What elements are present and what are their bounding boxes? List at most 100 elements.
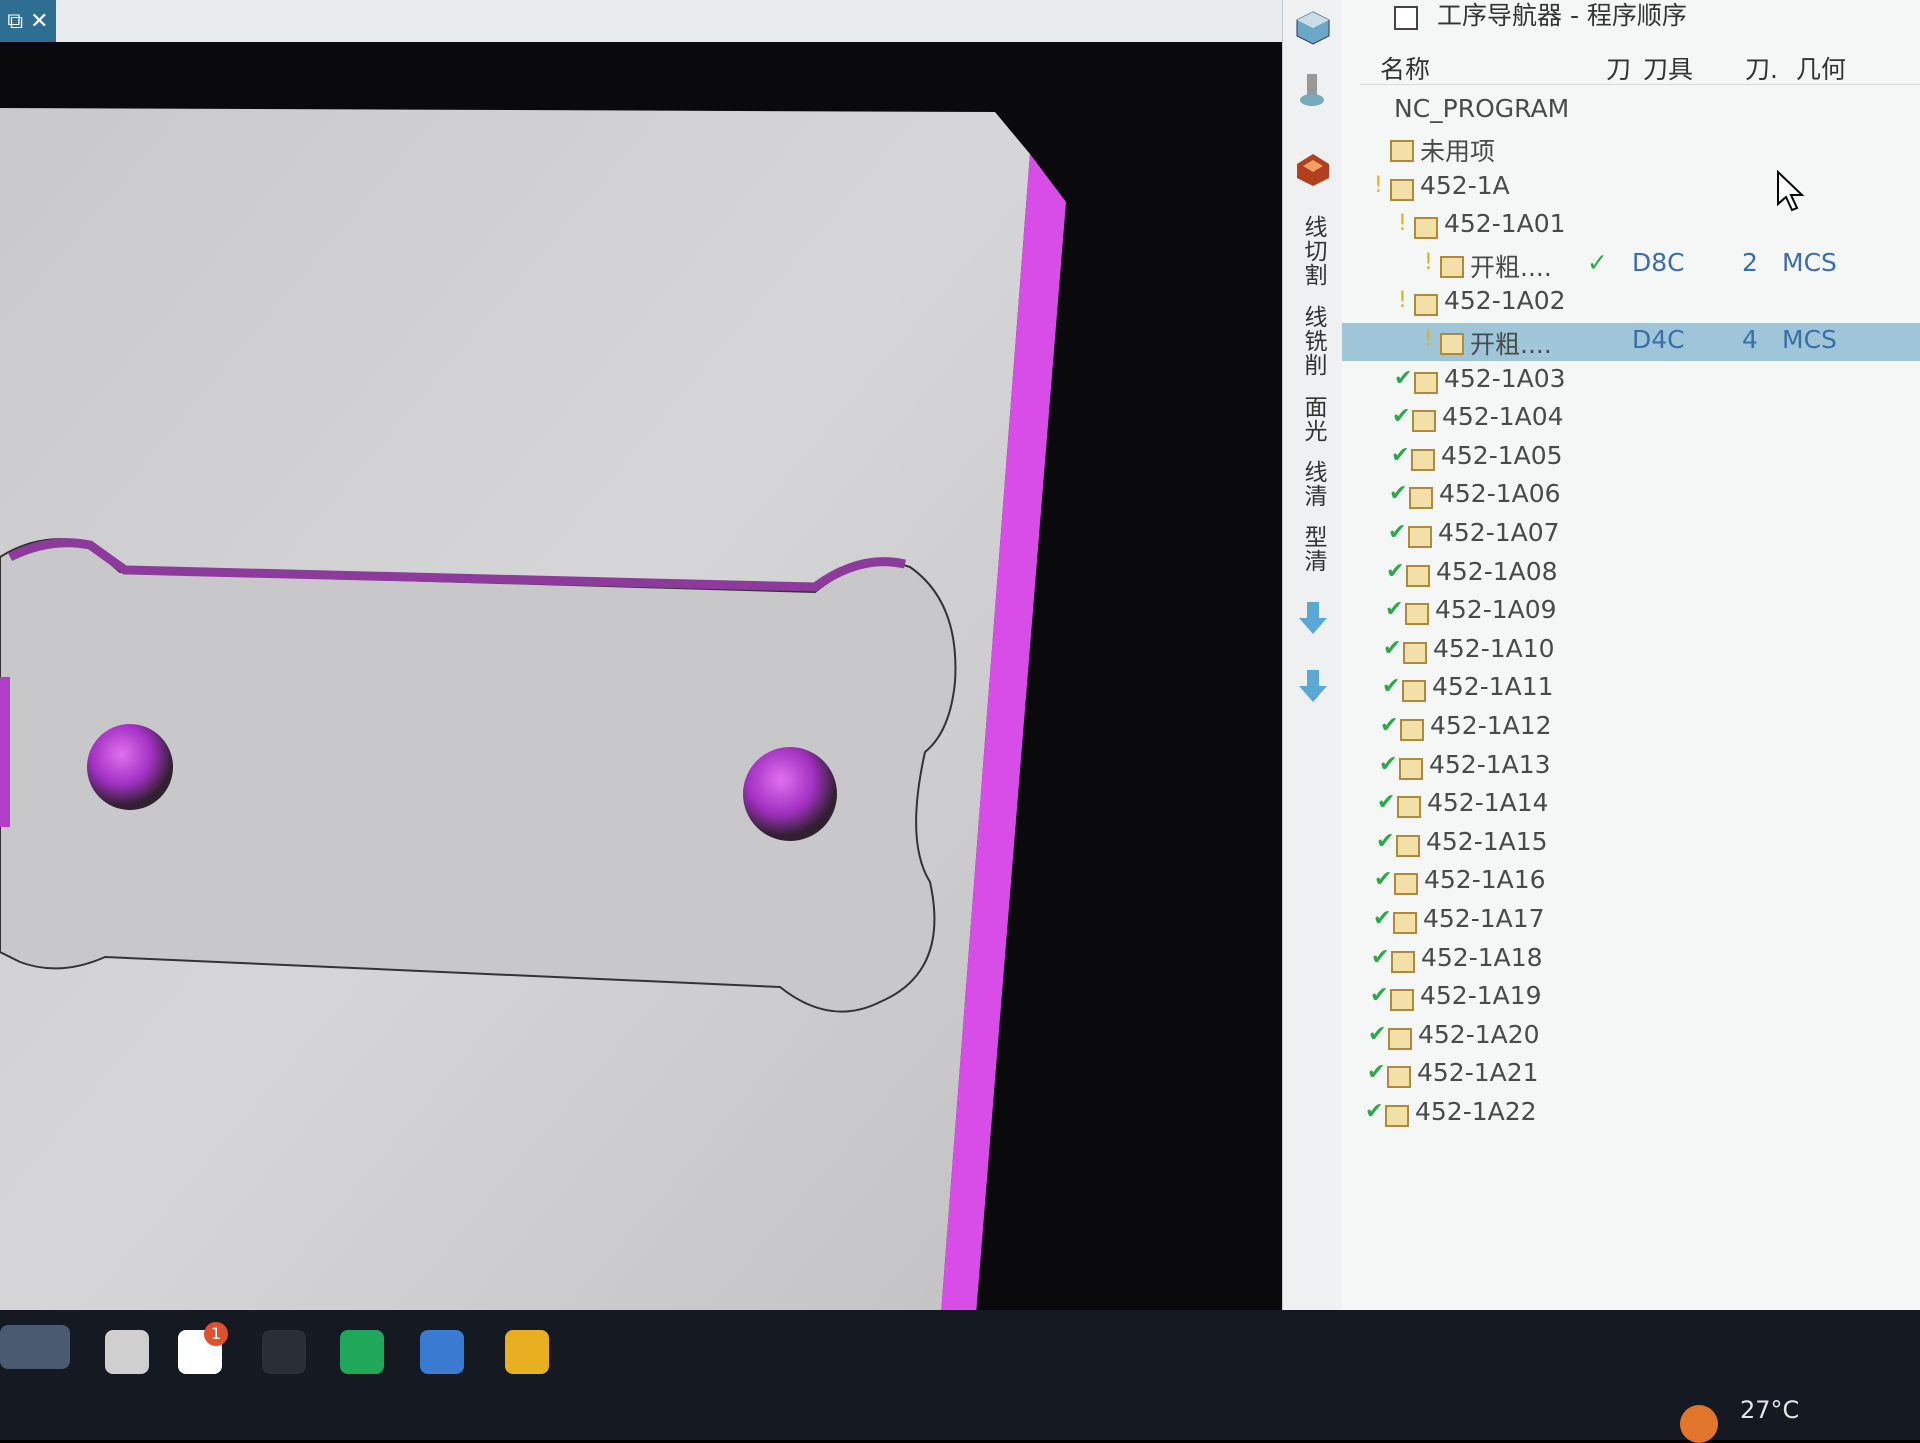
- column-header-tool-number[interactable]: 刀.: [1745, 50, 1778, 86]
- window-control-buttons[interactable]: ⧉ ✕: [0, 0, 56, 42]
- graphics-viewport[interactable]: [0, 42, 1295, 1327]
- row-name: 452-1A01: [1444, 209, 1566, 239]
- row-name: 452-1A08: [1436, 556, 1558, 586]
- tree-row[interactable]: ✔ 452-1A04: [1342, 400, 1920, 438]
- tree-row[interactable]: ✔ 452-1A10: [1342, 632, 1920, 670]
- tree-row[interactable]: ✔ 452-1A12: [1342, 709, 1920, 747]
- chat-icon[interactable]: [340, 1330, 384, 1374]
- tree-row[interactable]: ! 452-1A: [1342, 169, 1920, 207]
- check-icon: ✔: [1388, 520, 1407, 545]
- folder-icon: [1393, 912, 1417, 934]
- folder-icon: [1414, 371, 1438, 394]
- tree-row-selected[interactable]: ! 开粗.... D4C 4 MCS: [1342, 323, 1920, 361]
- column-header-tool[interactable]: 刀具: [1643, 50, 1693, 86]
- tree-row[interactable]: ✔ 452-1A17: [1342, 902, 1920, 940]
- folder-icon[interactable]: [505, 1330, 549, 1374]
- strip-label-4[interactable]: 线清: [1296, 460, 1330, 508]
- folder-icon: [1408, 526, 1432, 548]
- part-navigator-icon[interactable]: [1293, 8, 1333, 48]
- tool-library-icon[interactable]: [1293, 70, 1333, 110]
- window-icon[interactable]: [105, 1330, 149, 1374]
- warning-icon: !: [1424, 327, 1433, 352]
- tree-row[interactable]: ✔ 452-1A20: [1342, 1018, 1920, 1056]
- operation-icon: [1440, 333, 1464, 355]
- tree-row[interactable]: ✔ 452-1A14: [1342, 786, 1920, 824]
- column-header-name[interactable]: 名称: [1380, 50, 1430, 86]
- tree-row[interactable]: ✔ 452-1A05: [1342, 439, 1920, 477]
- weather-sun-icon: [1680, 1405, 1718, 1443]
- check-icon: ✔: [1373, 906, 1392, 931]
- warning-icon: !: [1398, 211, 1407, 237]
- tree-row[interactable]: ✔ 452-1A18: [1342, 941, 1920, 979]
- tree-row[interactable]: ✔ 452-1A13: [1342, 748, 1920, 786]
- tree-row[interactable]: ✔ 452-1A22: [1342, 1095, 1920, 1133]
- column-header-tool-status[interactable]: 刀: [1606, 50, 1631, 86]
- tree-row[interactable]: ! 452-1A02: [1342, 284, 1920, 322]
- column-header: 名称 刀 刀具 刀. 几何: [1360, 48, 1920, 85]
- strip-label-2[interactable]: 线铣削: [1296, 305, 1330, 377]
- tool-ok-mark: ✓: [1587, 247, 1608, 277]
- row-name: 452-1A10: [1433, 633, 1555, 663]
- tree-row[interactable]: ✔ 452-1A21: [1342, 1056, 1920, 1094]
- row-name: 452-1A12: [1430, 711, 1552, 740]
- tree-row[interactable]: ✔ 452-1A07: [1342, 516, 1920, 554]
- check-icon: ✔: [1383, 635, 1402, 661]
- geometry: MCS: [1782, 325, 1837, 354]
- check-icon: ✔: [1392, 404, 1411, 430]
- column-header-geometry[interactable]: 几何: [1796, 50, 1920, 86]
- window-top-bar: ⧉ ✕: [0, 0, 1295, 42]
- strip-label-1[interactable]: 线切割: [1296, 215, 1330, 287]
- row-name: 452-1A16: [1424, 865, 1546, 895]
- tool-number: 4: [1742, 325, 1758, 354]
- tool-name: D4C: [1632, 325, 1685, 354]
- folder-icon: [1405, 603, 1429, 626]
- arrow-down-icon[interactable]: [1295, 668, 1331, 704]
- row-name: 452-1A07: [1438, 518, 1560, 547]
- root-label: NC_PROGRAM: [1394, 94, 1570, 123]
- folder-icon: [1406, 564, 1430, 587]
- tree-row[interactable]: ✔ 452-1A09: [1342, 593, 1920, 631]
- check-icon: ✔: [1379, 751, 1398, 777]
- tree-row[interactable]: ✔ 452-1A06: [1342, 477, 1920, 515]
- warning-icon: !: [1374, 172, 1383, 198]
- folder-icon: [1387, 1066, 1411, 1089]
- row-name: 452-1A19: [1420, 981, 1542, 1011]
- tree-row[interactable]: ✔ 452-1A15: [1342, 825, 1920, 863]
- part-model: [0, 108, 1066, 1327]
- browser-icon[interactable]: [420, 1330, 464, 1374]
- check-icon: ✔: [1377, 790, 1396, 816]
- folder-icon: [1385, 1105, 1409, 1127]
- folder-icon: [1414, 217, 1438, 240]
- arrow-down-icon[interactable]: [1295, 600, 1331, 636]
- strip-label-3[interactable]: 面光: [1296, 395, 1330, 443]
- row-name: 452-1A04: [1442, 402, 1564, 432]
- strip-label-5[interactable]: 型清: [1296, 525, 1330, 573]
- row-name: 452-1A22: [1415, 1097, 1537, 1126]
- row-name: 452-1A02: [1444, 286, 1566, 316]
- panel-checkbox[interactable]: [1394, 6, 1418, 30]
- tree-row[interactable]: ✔ 452-1A08: [1342, 555, 1920, 593]
- row-name: 452-1A: [1420, 170, 1510, 200]
- tool-number: 2: [1742, 247, 1758, 277]
- left-edge-wall: [0, 677, 10, 827]
- tree-row[interactable]: ✔ 452-1A16: [1342, 863, 1920, 901]
- folder-icon: [1396, 834, 1420, 857]
- tree-row[interactable]: ! 452-1A01: [1342, 207, 1920, 245]
- row-name: 452-1A18: [1421, 942, 1543, 972]
- landscape-icon[interactable]: [0, 1325, 70, 1369]
- machining-icon[interactable]: [1293, 150, 1333, 190]
- tree-row[interactable]: ✔ 452-1A11: [1342, 670, 1920, 708]
- row-name: 452-1A09: [1435, 595, 1557, 625]
- folder-icon: [1402, 680, 1426, 703]
- tree-row[interactable]: ! 开粗.... ✓ D8C 2 MCS: [1342, 246, 1920, 284]
- row-name: 452-1A11: [1432, 672, 1554, 702]
- row-name: 452-1A06: [1439, 479, 1561, 509]
- tree-row[interactable]: 未用项: [1342, 130, 1920, 168]
- tree-root[interactable]: NC_PROGRAM: [1342, 92, 1920, 130]
- tree-row[interactable]: ✔ 452-1A03: [1342, 362, 1920, 400]
- check-icon: ✔: [1380, 713, 1399, 738]
- app-icon[interactable]: [262, 1330, 306, 1374]
- folder-icon: [1400, 719, 1424, 741]
- tree-row[interactable]: ✔ 452-1A19: [1342, 979, 1920, 1017]
- check-icon: ✔: [1394, 365, 1413, 391]
